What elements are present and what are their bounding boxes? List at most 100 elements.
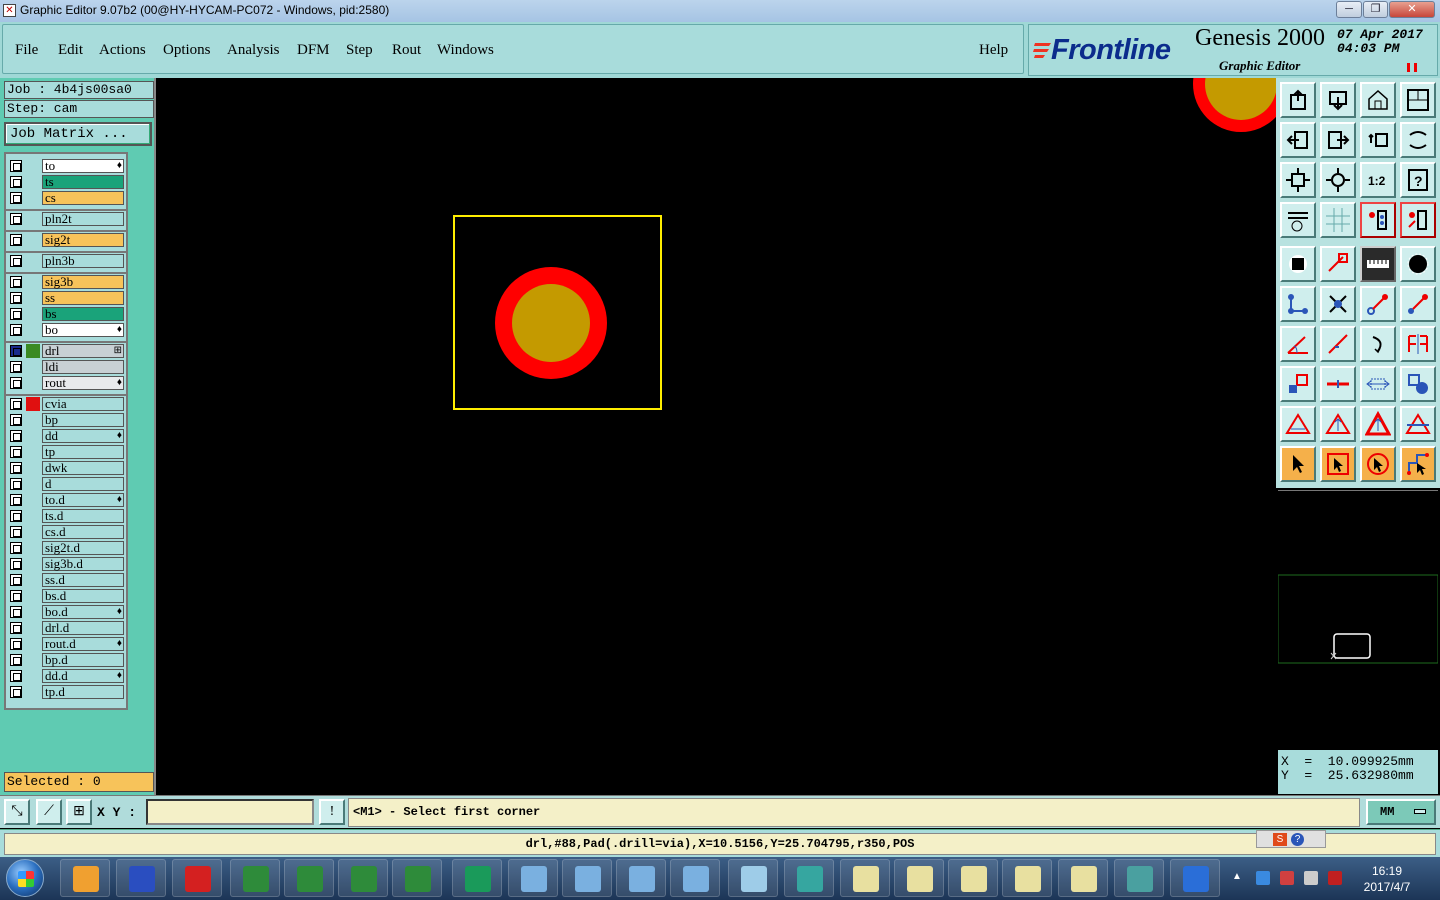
layer-name[interactable]: bo ♦ <box>42 323 124 337</box>
layer-filter-tool[interactable] <box>1360 202 1396 238</box>
menu-edit[interactable]: Edit <box>58 42 83 59</box>
node-move-tool[interactable] <box>1280 286 1316 322</box>
taskbar-app-button[interactable] <box>670 859 720 897</box>
layer-color-swatch[interactable] <box>26 159 40 173</box>
layer-color-swatch[interactable] <box>26 212 40 226</box>
select-box-tool[interactable] <box>1320 446 1356 482</box>
undo-tool[interactable] <box>1360 122 1396 158</box>
layer-row-bs[interactable]: bs <box>8 307 126 321</box>
open-job-tool[interactable] <box>1280 82 1316 118</box>
layer-checkbox[interactable] <box>10 345 22 357</box>
start-button[interactable] <box>6 859 44 897</box>
line-shape-tool[interactable] <box>1320 246 1356 282</box>
layer-color-swatch[interactable] <box>26 413 40 427</box>
layer-row-dwk[interactable]: dwk <box>8 461 126 475</box>
layer-name[interactable]: dd.d ♦ <box>42 669 124 683</box>
layer-row-cs[interactable]: cs <box>8 191 126 205</box>
tray-network-icon[interactable] <box>1256 871 1270 885</box>
zoom-1to1-tool[interactable]: 1:2 <box>1360 162 1396 198</box>
layer-checkbox[interactable] <box>10 430 22 442</box>
layer-checkbox[interactable] <box>10 478 22 490</box>
minimize-button[interactable]: ─ <box>1336 1 1362 18</box>
grid-tool[interactable] <box>1320 202 1356 238</box>
layer-color-swatch[interactable] <box>26 541 40 555</box>
layer-checkbox[interactable] <box>10 292 22 304</box>
layer-checkbox[interactable] <box>10 462 22 474</box>
layer-name[interactable]: rout ♦ <box>42 376 124 390</box>
connect2-tool[interactable] <box>1400 286 1436 322</box>
ime-toolbar[interactable]: S ? <box>1256 830 1326 848</box>
layer-color-swatch[interactable] <box>26 525 40 539</box>
layer-checkbox[interactable] <box>10 590 22 602</box>
taskbar-app-button[interactable] <box>1058 859 1108 897</box>
layer-row-d[interactable]: d <box>8 477 126 491</box>
menu-dfm[interactable]: DFM <box>297 42 330 59</box>
layer-row-bp-d[interactable]: bp.d <box>8 653 126 667</box>
alert-icon[interactable]: ! <box>319 799 345 825</box>
layer-name[interactable]: ss <box>42 291 124 305</box>
layer-name[interactable]: ss.d <box>42 573 124 587</box>
layer-checkbox[interactable] <box>10 192 22 204</box>
angle-tool[interactable] <box>1280 326 1316 362</box>
layer-row-to[interactable]: to ♦ <box>8 159 126 173</box>
layer-name[interactable]: drl ⊞ <box>42 344 124 358</box>
layer-row-cvia[interactable]: cvia <box>8 397 126 411</box>
layer-name[interactable]: cs.d <box>42 525 124 539</box>
layer-color-swatch[interactable] <box>26 254 40 268</box>
layer-row-bp[interactable]: bp <box>8 413 126 427</box>
layer-checkbox[interactable] <box>10 213 22 225</box>
maximize-button[interactable]: ❐ <box>1363 1 1388 18</box>
taskbar-clock[interactable]: 16:19 2017/4/7 <box>1352 863 1422 895</box>
layer-name[interactable]: rout.d ♦ <box>42 637 124 651</box>
menu-file[interactable]: File <box>15 42 38 59</box>
layer-checkbox[interactable] <box>10 510 22 522</box>
triangle-tool[interactable] <box>1280 406 1316 442</box>
save-tool[interactable] <box>1320 82 1356 118</box>
tray-app-icon[interactable] <box>1328 871 1342 885</box>
menu-analysis[interactable]: Analysis <box>227 42 280 59</box>
layer-row-rout-d[interactable]: rout.d ♦ <box>8 637 126 651</box>
taskbar-app-button[interactable] <box>60 859 110 897</box>
triangle-filled-tool[interactable] <box>1400 406 1436 442</box>
layer-checkbox[interactable] <box>10 234 22 246</box>
taskbar-app-button[interactable] <box>784 859 834 897</box>
layer-checkbox[interactable] <box>10 276 22 288</box>
snap-settings-tool[interactable] <box>1280 202 1316 238</box>
connect-tool[interactable] <box>1360 286 1396 322</box>
menu-actions[interactable]: Actions <box>99 42 146 59</box>
layer-row-rout[interactable]: rout ♦ <box>8 376 126 390</box>
layer-checkbox[interactable] <box>10 176 22 188</box>
layer-name[interactable]: pln2t <box>42 212 124 226</box>
layer-name[interactable]: drl.d <box>42 621 124 635</box>
ime-s-icon[interactable]: S <box>1273 833 1287 846</box>
layer-checkbox[interactable] <box>10 638 22 650</box>
select-path-tool[interactable] <box>1400 446 1436 482</box>
layer-name[interactable]: d <box>42 477 124 491</box>
copy-shape-tool[interactable] <box>1400 366 1436 402</box>
layer-color-swatch[interactable] <box>26 669 40 683</box>
layer-name[interactable]: dd ♦ <box>42 429 124 443</box>
layer-row-ss[interactable]: ss <box>8 291 126 305</box>
layer-name[interactable]: to ♦ <box>42 159 124 173</box>
taskbar-app-button[interactable] <box>508 859 558 897</box>
layer-checkbox[interactable] <box>10 494 22 506</box>
menu-rout[interactable]: Rout <box>392 42 421 59</box>
stretch-tool[interactable] <box>1360 366 1396 402</box>
menu-step[interactable]: Step <box>346 42 373 59</box>
taskbar-app-button[interactable] <box>1002 859 1052 897</box>
layer-name[interactable]: tp.d <box>42 685 124 699</box>
taskbar-app-button[interactable] <box>1114 859 1164 897</box>
ruler-tool[interactable] <box>1360 246 1396 282</box>
layer-checkbox[interactable] <box>10 414 22 426</box>
triangle-arrow-tool[interactable] <box>1320 406 1356 442</box>
layer-color-swatch[interactable] <box>26 461 40 475</box>
taskbar-app-button[interactable] <box>562 859 612 897</box>
layer-name[interactable]: dwk <box>42 461 124 475</box>
layer-color-swatch[interactable] <box>26 175 40 189</box>
layer-color-swatch[interactable] <box>26 376 40 390</box>
layer-color-swatch[interactable] <box>26 589 40 603</box>
layer-checkbox[interactable] <box>10 255 22 267</box>
taskbar-app-button[interactable] <box>230 859 280 897</box>
window-tool[interactable] <box>1400 82 1436 118</box>
zoom-box-icon[interactable]: ⤡ <box>4 799 30 825</box>
